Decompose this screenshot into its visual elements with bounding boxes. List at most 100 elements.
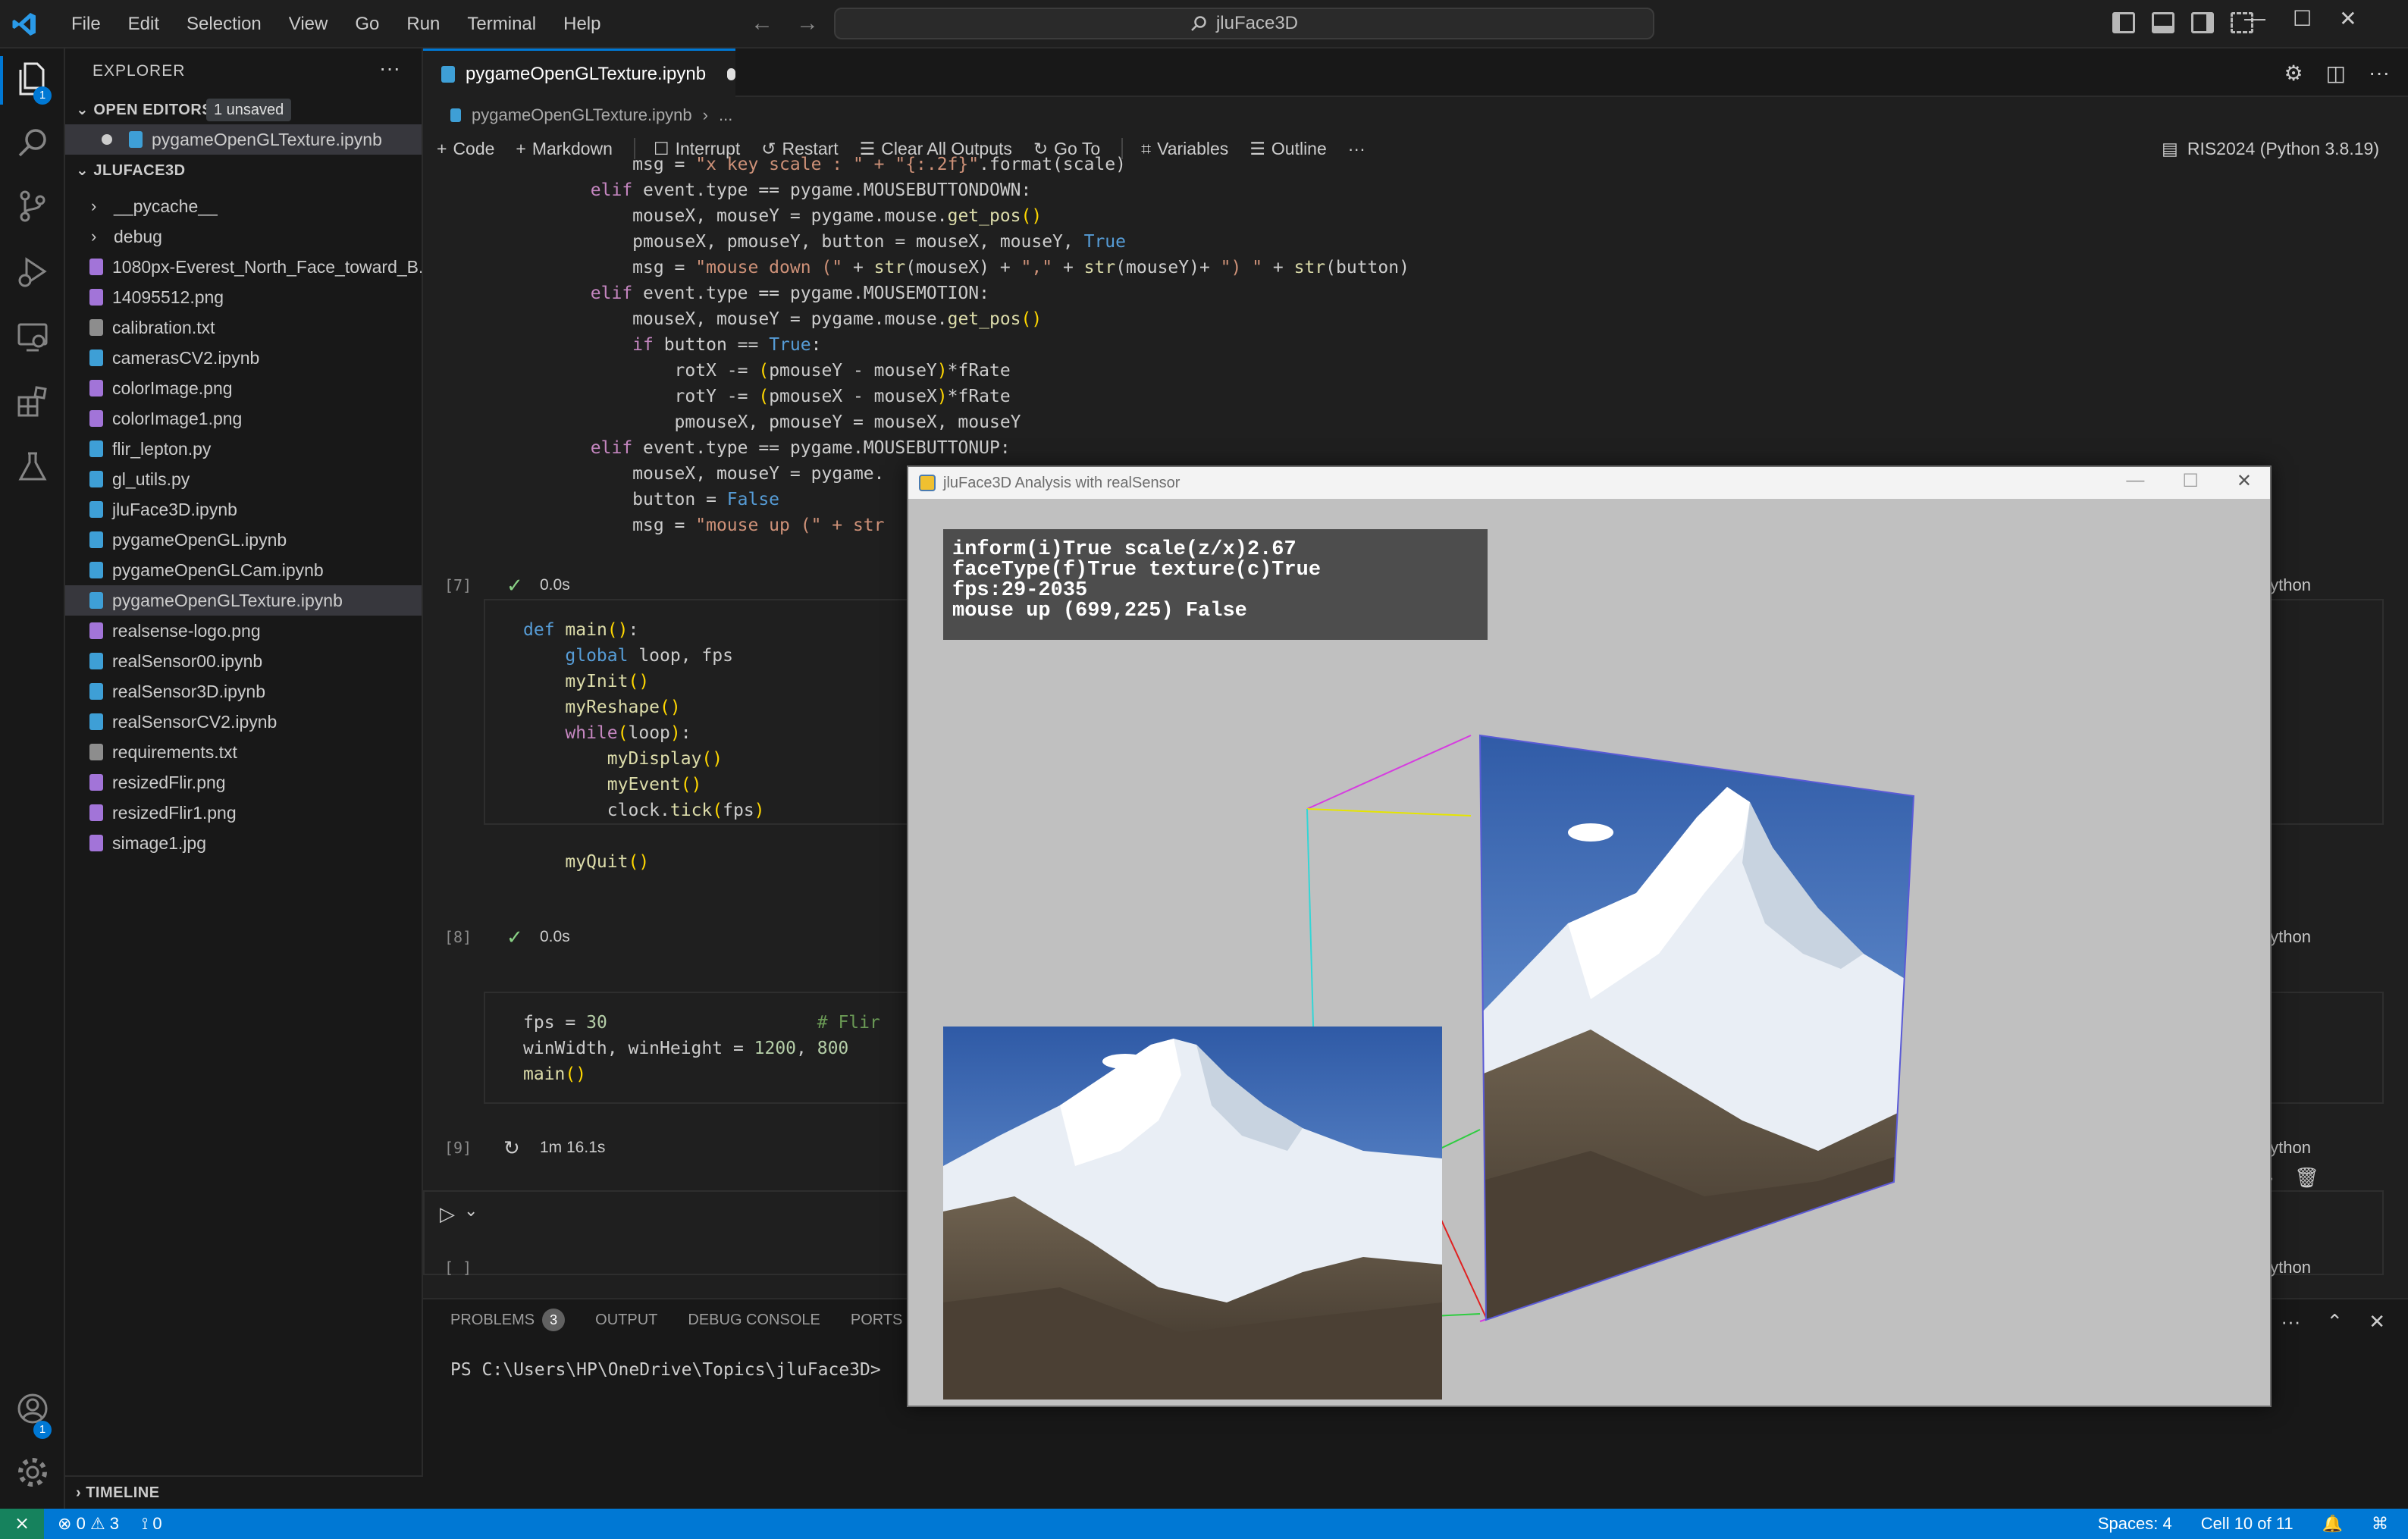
- tree-file[interactable]: gl_utils.py: [65, 464, 422, 494]
- tree-file[interactable]: camerasCV2.ipynb: [65, 343, 422, 373]
- image-file-icon: [89, 622, 103, 639]
- breadcrumb: pygameOpenGLTexture.ipynb › ...: [450, 100, 732, 130]
- tree-file[interactable]: pygameOpenGL.ipynb: [65, 525, 422, 555]
- tree-file[interactable]: pygameOpenGLTexture.ipynb: [65, 585, 422, 616]
- close-icon[interactable]: ✕: [2339, 6, 2356, 31]
- minimize-icon[interactable]: —: [2244, 6, 2265, 31]
- notebook-file-icon: [89, 653, 103, 669]
- unsaved-dot-icon[interactable]: [727, 67, 735, 80]
- run-debug-icon[interactable]: [14, 255, 52, 293]
- add-code-cell-button[interactable]: + Code: [437, 139, 494, 159]
- tree-file[interactable]: 14095512.png: [65, 282, 422, 312]
- back-arrow-icon[interactable]: ←: [751, 11, 773, 36]
- tab-pygameopengltexture[interactable]: pygameOpenGLTexture.ipynb: [423, 49, 735, 97]
- menu-run[interactable]: Run: [393, 14, 453, 35]
- breadcrumb-file[interactable]: pygameOpenGLTexture.ipynb: [472, 105, 692, 125]
- breadcrumb-symbol[interactable]: ...: [719, 105, 732, 125]
- notifications-bell-icon[interactable]: 🔔: [2322, 1514, 2343, 1534]
- tab-problems[interactable]: PROBLEMS 3: [450, 1309, 566, 1331]
- open-editor-item[interactable]: pygameOpenGLTexture.ipynb: [65, 124, 422, 155]
- forward-arrow-icon[interactable]: →: [796, 11, 819, 36]
- cell-position-status[interactable]: Cell 10 of 11: [2201, 1514, 2294, 1534]
- tab-ports[interactable]: PORTS: [851, 1312, 903, 1329]
- remote-indicator-icon[interactable]: ⨯: [0, 1509, 44, 1539]
- maximize-icon[interactable]: ☐: [2182, 470, 2199, 492]
- tree-folder[interactable]: › __pycache__: [65, 191, 422, 221]
- menu-edit[interactable]: Edit: [114, 14, 173, 35]
- tree-file[interactable]: requirements.txt: [65, 737, 422, 767]
- title-bar: File Edit Selection View Go Run Terminal…: [0, 0, 2408, 49]
- menu-go[interactable]: Go: [341, 14, 393, 35]
- tree-folder[interactable]: › debug: [65, 221, 422, 252]
- maximize-icon[interactable]: ☐: [2293, 6, 2312, 31]
- tree-file[interactable]: resizedFlir.png: [65, 767, 422, 798]
- tab-output[interactable]: OUTPUT: [595, 1312, 657, 1329]
- ports-status[interactable]: ⟟ 0: [142, 1514, 162, 1534]
- tree-file[interactable]: simage1.jpg: [65, 828, 422, 858]
- toggle-secondary-sidebar-icon[interactable]: [2191, 12, 2214, 33]
- code-cell-7[interactable]: msg = "x key scale : " + "{:.2f}".format…: [484, 155, 2387, 535]
- pygame-titlebar[interactable]: jluFace3D Analysis with realSensor — ☐ ✕: [908, 467, 2270, 499]
- chevron-down-icon: ⌄: [76, 162, 94, 179]
- tree-item-label: camerasCV2.ipynb: [112, 347, 260, 368]
- sidebar-header: EXPLORER: [92, 62, 186, 80]
- more-actions-icon[interactable]: ···: [2369, 61, 2390, 86]
- open-editors-section[interactable]: ⌄ OPEN EDITORS: [76, 100, 212, 119]
- extensions-icon[interactable]: [14, 385, 52, 423]
- menu-selection[interactable]: Selection: [173, 14, 275, 35]
- settings-gear-icon[interactable]: ⚙: [2284, 61, 2303, 86]
- copilot-icon[interactable]: ⌘: [2372, 1514, 2388, 1534]
- tree-file[interactable]: resizedFlir1.png: [65, 798, 422, 828]
- minimize-icon[interactable]: —: [2126, 470, 2144, 492]
- code-cell-9-source[interactable]: fps = 30 # Flir winWidth, winHeight = 12…: [523, 1010, 880, 1087]
- source-control-icon[interactable]: [14, 190, 52, 227]
- toggle-primary-sidebar-icon[interactable]: [2112, 12, 2135, 33]
- tree-file[interactable]: realSensorCV2.ipynb: [65, 707, 422, 737]
- chevron-down-icon[interactable]: ⌄: [464, 1201, 478, 1221]
- remote-explorer-icon[interactable]: [14, 320, 52, 358]
- run-cell-icon[interactable]: ▷: [440, 1202, 455, 1226]
- menu-view[interactable]: View: [275, 14, 342, 35]
- folder-section[interactable]: ⌄ JLUFACE3D: [76, 161, 186, 180]
- tree-file[interactable]: realSensor3D.ipynb: [65, 676, 422, 707]
- maximize-panel-icon[interactable]: ⌃: [2326, 1310, 2343, 1334]
- code-cell-8-source[interactable]: def main(): global loop, fps myInit() my…: [523, 617, 765, 875]
- tab-debug-console[interactable]: DEBUG CONSOLE: [688, 1312, 820, 1329]
- menu-terminal[interactable]: Terminal: [453, 14, 550, 35]
- problems-status[interactable]: ⊗ 0 ⚠ 3: [58, 1514, 119, 1534]
- tree-file[interactable]: pygameOpenGLCam.ipynb: [65, 555, 422, 585]
- delete-cell-icon[interactable]: 🗑: [2294, 1166, 2319, 1190]
- more-actions-icon[interactable]: ···: [2281, 1310, 2300, 1334]
- tree-file[interactable]: realsense-logo.png: [65, 616, 422, 646]
- indentation-status[interactable]: Spaces: 4: [2098, 1514, 2172, 1534]
- split-editor-icon[interactable]: ◫: [2326, 61, 2346, 86]
- tree-file[interactable]: realSensor00.ipynb: [65, 646, 422, 676]
- pygame-window[interactable]: jluFace3D Analysis with realSensor — ☐ ✕: [907, 465, 2272, 1407]
- tree-item-label: pygameOpenGLCam.ipynb: [112, 559, 324, 580]
- more-actions-icon[interactable]: ···: [379, 56, 400, 80]
- tree-file[interactable]: colorImage.png: [65, 373, 422, 403]
- search-icon[interactable]: [14, 126, 52, 164]
- tree-item-label: jluFace3D.ipynb: [112, 499, 237, 519]
- menu-help[interactable]: Help: [550, 14, 614, 35]
- folder-title: JLUFACE3D: [93, 162, 186, 179]
- close-icon[interactable]: ✕: [2237, 470, 2252, 492]
- pygame-snake-icon: [919, 475, 936, 491]
- notebook-file-icon: [89, 713, 103, 730]
- unsaved-dot-icon: [102, 134, 112, 145]
- tree-file[interactable]: colorImage1.png: [65, 403, 422, 434]
- tree-file[interactable]: 1080px-Everest_North_Face_toward_B...: [65, 252, 422, 282]
- toggle-panel-icon[interactable]: [2152, 12, 2174, 33]
- tree-file[interactable]: calibration.txt: [65, 312, 422, 343]
- manage-gear-icon[interactable]: [14, 1456, 52, 1494]
- tree-item-label: resizedFlir1.png: [112, 802, 237, 823]
- menu-file[interactable]: File: [58, 14, 114, 35]
- close-panel-icon[interactable]: ✕: [2369, 1310, 2385, 1334]
- command-center-search[interactable]: jluFace3D: [834, 8, 1654, 39]
- testing-flask-icon[interactable]: [14, 450, 52, 488]
- terminal-prompt[interactable]: PS C:\Users\HP\OneDrive\Topics\jluFace3D…: [450, 1360, 881, 1380]
- tree-file[interactable]: jluFace3D.ipynb: [65, 494, 422, 525]
- tree-file[interactable]: flir_lepton.py: [65, 434, 422, 464]
- tree-item-label: 14095512.png: [112, 287, 224, 307]
- timeline-section[interactable]: › TIMELINE: [65, 1475, 423, 1509]
